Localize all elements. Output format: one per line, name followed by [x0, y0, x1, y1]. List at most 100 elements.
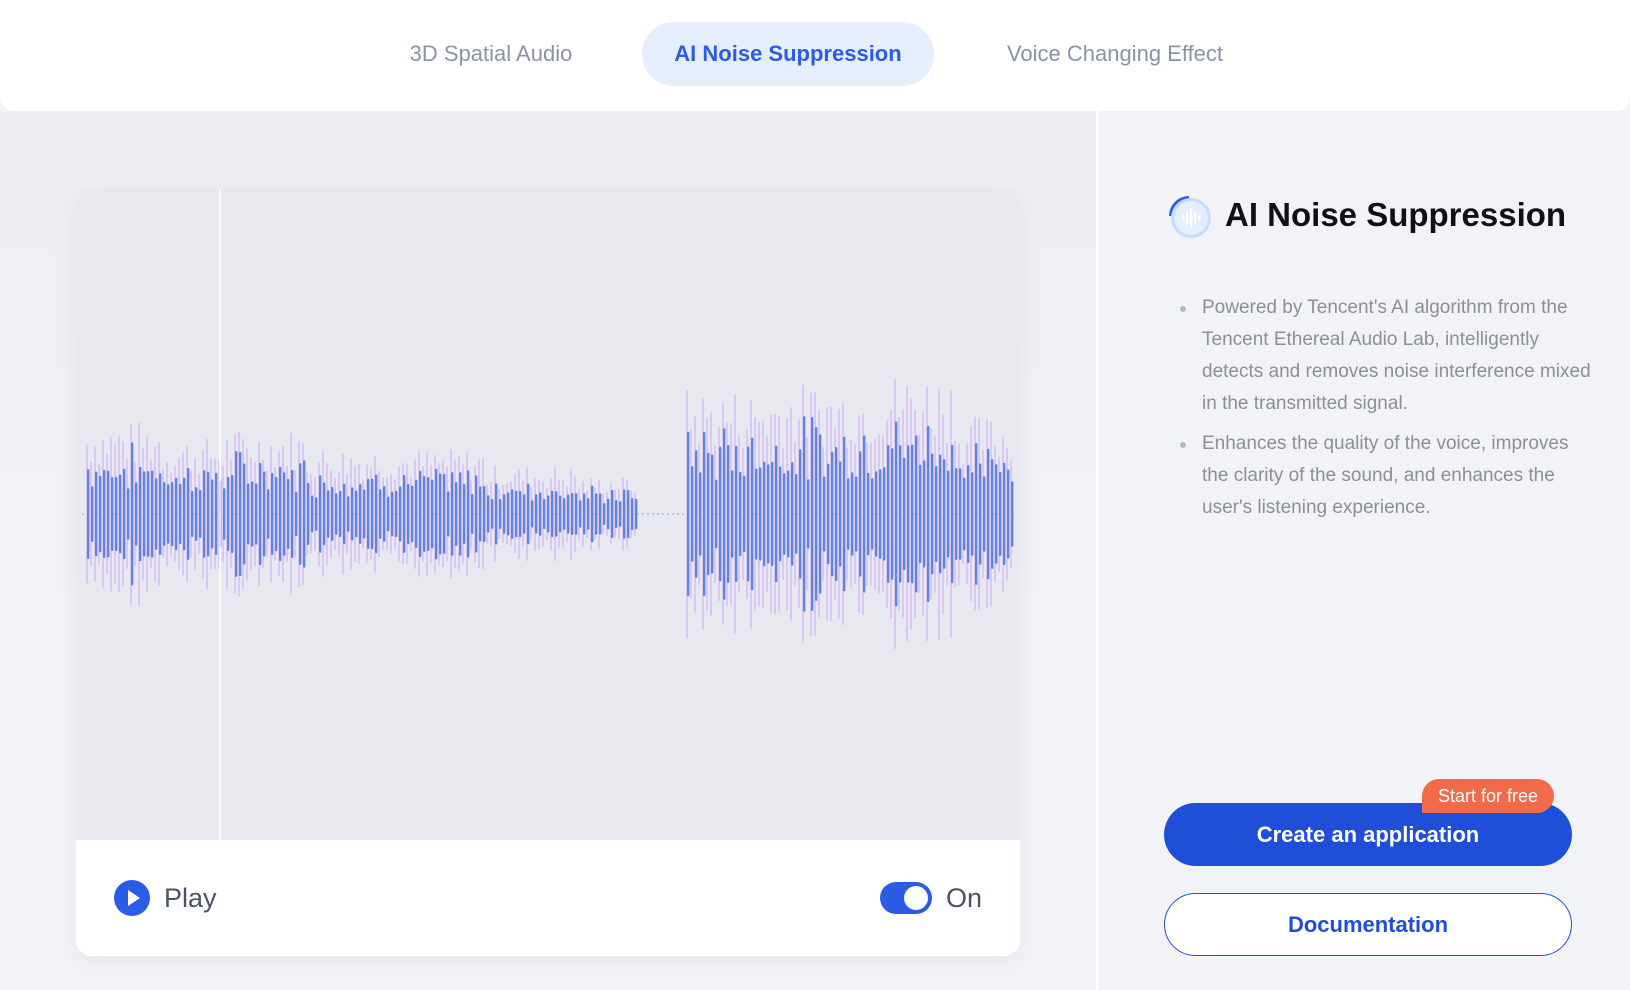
voice-bar [787, 470, 790, 558]
voice-bar [327, 490, 330, 538]
voice-bar [375, 474, 378, 554]
voice-bar [355, 490, 358, 538]
voice-bar [775, 445, 778, 583]
voice-bar [943, 459, 946, 569]
voice-bar [771, 461, 774, 567]
voice-bar [259, 462, 262, 566]
voice-bar [407, 483, 410, 545]
voice-bar [363, 489, 366, 539]
voice-bar [323, 482, 326, 546]
voice-bar [831, 451, 834, 577]
voice-bar [887, 444, 890, 584]
voice-bar [531, 500, 534, 528]
voice-bar [415, 479, 418, 549]
voice-bar [231, 474, 234, 554]
voice-bar [399, 486, 402, 542]
voice-bar [147, 471, 150, 557]
noise-suppression-toggle[interactable]: On [879, 878, 982, 918]
voice-bar [379, 489, 382, 539]
voice-bar [519, 490, 522, 538]
voice-bar [779, 466, 782, 562]
voice-bar [791, 462, 794, 566]
voice-bar [479, 486, 482, 542]
toggle-switch[interactable] [879, 882, 932, 914]
voice-bar [523, 494, 526, 534]
voice-bar [619, 501, 622, 527]
voice-bar [351, 487, 354, 541]
start-for-free-badge: Start for free [1422, 779, 1555, 813]
voice-bar [487, 495, 490, 533]
voice-bar [391, 491, 394, 537]
tab-3d-spatial-audio[interactable]: 3D Spatial Audio [372, 22, 610, 86]
voice-bar [839, 461, 842, 567]
voice-bar [575, 493, 578, 535]
voice-bar [475, 475, 478, 553]
voice-bar [199, 490, 202, 538]
feature-bullet: Enhances the quality of the voice, impro… [1172, 428, 1592, 524]
voice-bar [587, 498, 590, 530]
voice-bar [315, 497, 318, 531]
voice-bar [131, 442, 134, 586]
tab-voice-changing-effect[interactable]: Voice Changing Effect [970, 22, 1260, 86]
voice-bar [899, 445, 902, 583]
voice-bar [567, 494, 570, 534]
voice-bar [263, 471, 266, 557]
waveform-area[interactable] [76, 189, 1020, 840]
voice-bar [599, 493, 602, 535]
voice-bar [431, 479, 434, 549]
voice-bar [423, 476, 426, 552]
voice-bar [923, 460, 926, 568]
feature-tab-bar: 3D Spatial Audio AI Noise Suppression Vo… [0, 0, 1630, 111]
voice-bar [491, 499, 494, 529]
tab-ai-noise-suppression[interactable]: AI Noise Suppression [642, 22, 934, 86]
voice-bar [411, 485, 414, 543]
voice-bar [499, 498, 502, 530]
play-button[interactable]: Play [114, 878, 217, 918]
voice-bar [247, 483, 250, 545]
voice-bar [295, 491, 298, 537]
voice-bar [311, 495, 314, 533]
voice-bar [483, 485, 486, 543]
voice-bar [623, 489, 626, 539]
voice-bar [535, 494, 538, 534]
voice-bar [611, 489, 614, 539]
voice-bar [1003, 462, 1006, 566]
voice-bar [235, 451, 238, 577]
voice-bar [583, 493, 586, 535]
voice-bar [503, 494, 506, 534]
voice-bar [803, 416, 806, 612]
voice-bar [547, 495, 550, 533]
voice-bar [279, 466, 282, 562]
voice-bar [959, 468, 962, 560]
voice-bar [863, 435, 866, 593]
voice-bar [615, 499, 618, 529]
voice-bar [983, 476, 986, 552]
voice-bar [271, 472, 274, 556]
sound-wave-icon [1163, 190, 1213, 240]
voice-bar [287, 478, 290, 550]
voice-bar [435, 468, 438, 560]
voice-bar [631, 497, 634, 531]
voice-bar [507, 492, 510, 536]
voice-bar [343, 483, 346, 545]
voice-bar [143, 471, 146, 557]
voice-bar [879, 469, 882, 559]
voice-bar [823, 476, 826, 552]
voice-bar [471, 493, 474, 535]
voice-bar [239, 451, 242, 577]
voice-bar [167, 484, 170, 544]
voice-bar [571, 492, 574, 536]
voice-bar [739, 471, 742, 557]
voice-bar [335, 493, 338, 535]
voice-bar [907, 445, 910, 583]
voice-bar [635, 498, 638, 530]
voice-bar [255, 483, 258, 545]
documentation-button[interactable]: Documentation [1164, 893, 1572, 956]
voice-bar [955, 468, 958, 560]
voice-bar [291, 469, 294, 559]
voice-bar [723, 428, 726, 600]
voice-bar [179, 483, 182, 545]
voice-bar [183, 477, 186, 551]
voice-bar [607, 498, 610, 530]
voice-bar [995, 464, 998, 564]
